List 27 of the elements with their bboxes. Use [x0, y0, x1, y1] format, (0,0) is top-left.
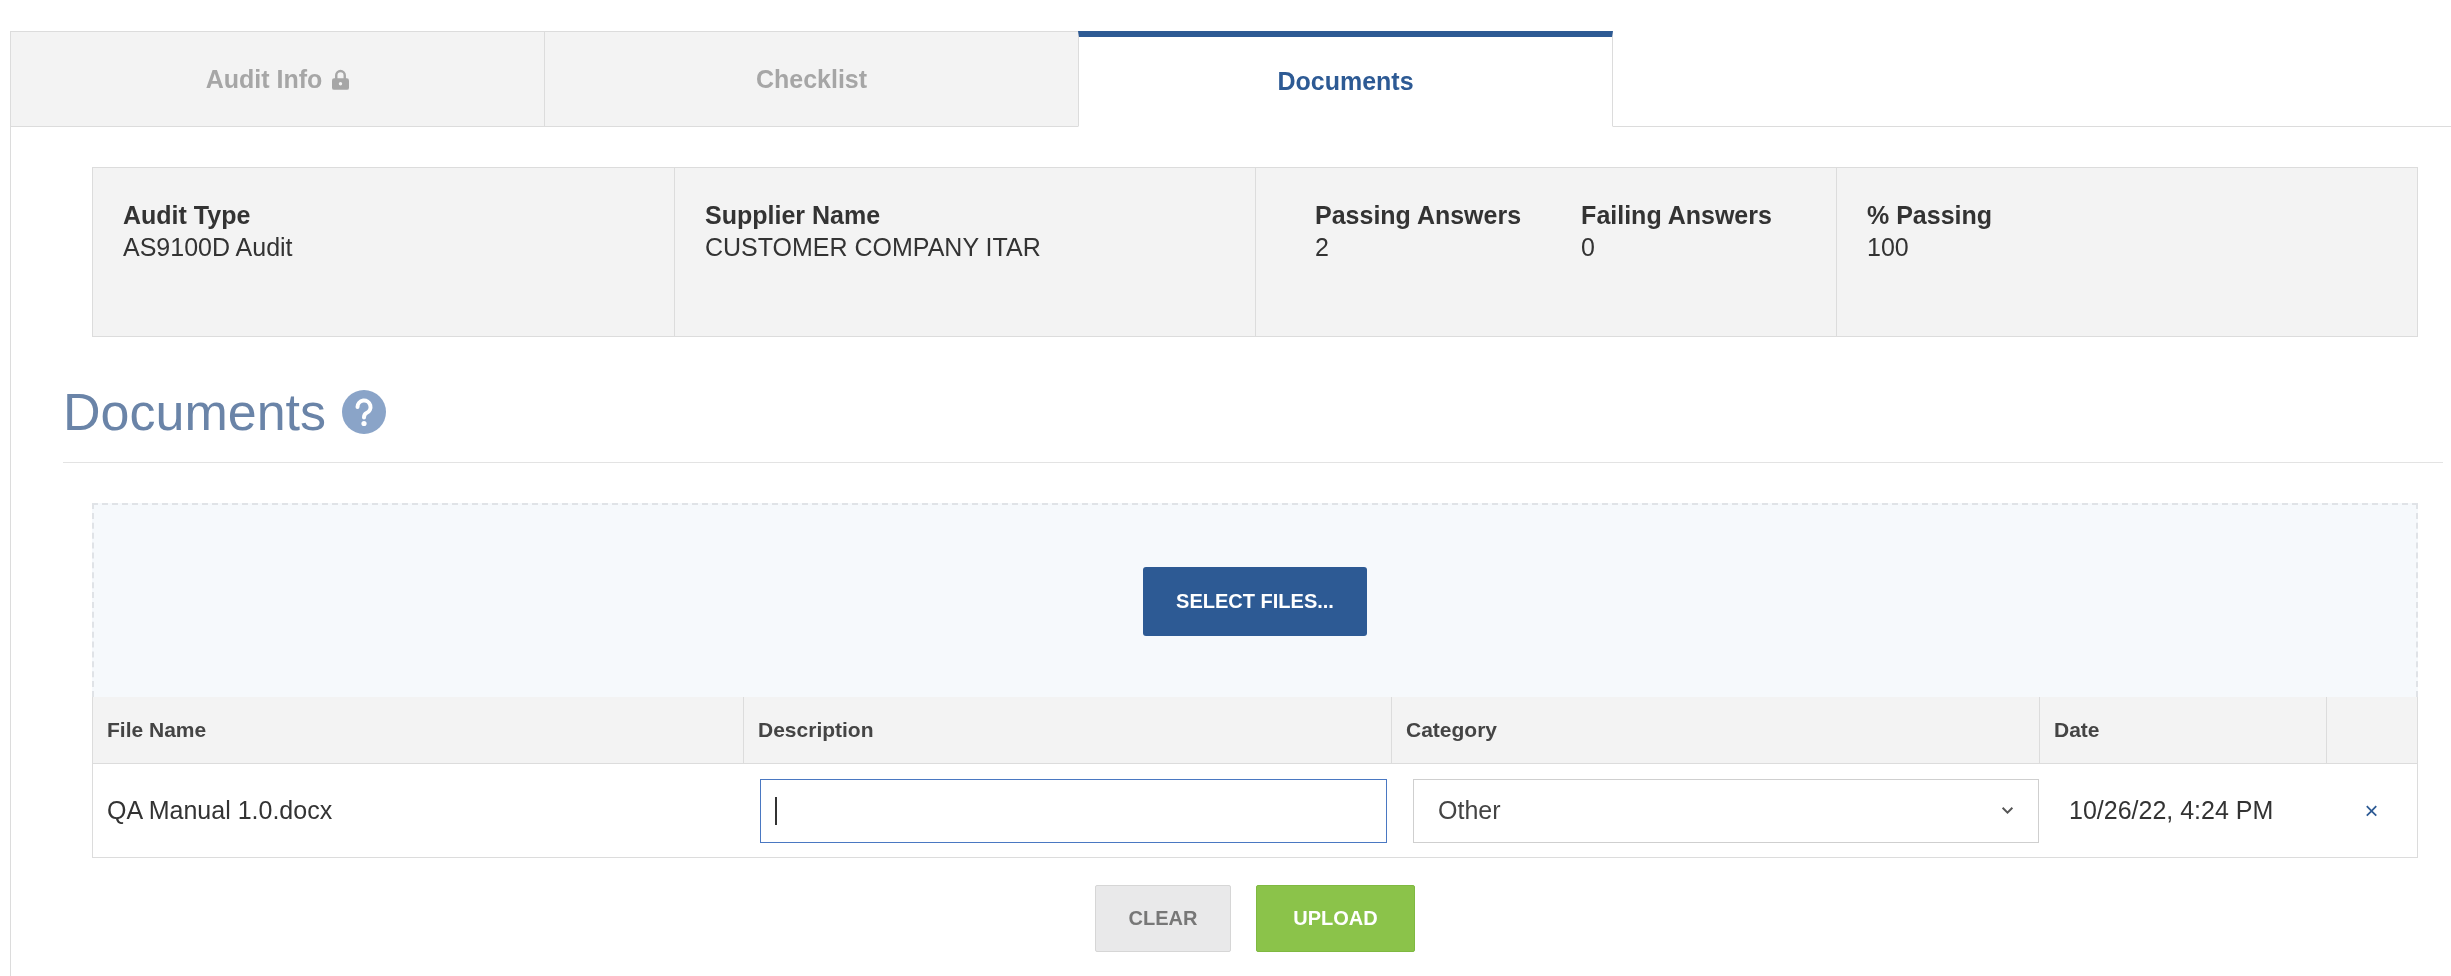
field-label: Passing Answers [1315, 200, 1522, 231]
tab[interactable]: Documents [1078, 31, 1613, 127]
field-label: Failing Answers [1581, 200, 1772, 231]
field-label: Audit Type [123, 200, 252, 231]
field-value: 0 [1581, 232, 1596, 263]
column-header: Description [743, 697, 1391, 763]
field-label: % Passing [1867, 200, 1994, 231]
column-header: Date [2039, 697, 2326, 763]
category-select[interactable]: Other [1413, 778, 2039, 843]
section-title: Documents [63, 382, 326, 442]
text-cursor-icon [775, 796, 777, 825]
description-field[interactable] [760, 778, 1387, 843]
file-name: QA Manual 1.0.docx [107, 796, 333, 824]
field-value: CUSTOMER COMPANY ITAR [705, 232, 1042, 263]
field-label: Supplier Name [705, 200, 882, 231]
upload-date: 10/26/22, 4:24 PM [2069, 796, 2274, 824]
field-value: 2 [1315, 232, 1330, 263]
chevron-down-icon [2001, 806, 2014, 815]
column-header: Category [1391, 697, 2039, 763]
clear-button[interactable]: CLEAR [1095, 885, 1231, 952]
remove-button[interactable]: × [2360, 796, 2383, 825]
field-value: AS9100D Audit [123, 232, 294, 263]
select-files-button[interactable]: SELECT FILES... [1143, 566, 1367, 636]
field-value: 100 [1867, 232, 1910, 263]
drop-zone[interactable]: SELECT FILES... [92, 503, 2418, 697]
column-header: File Name [106, 717, 208, 743]
help-icon[interactable] [342, 390, 386, 434]
